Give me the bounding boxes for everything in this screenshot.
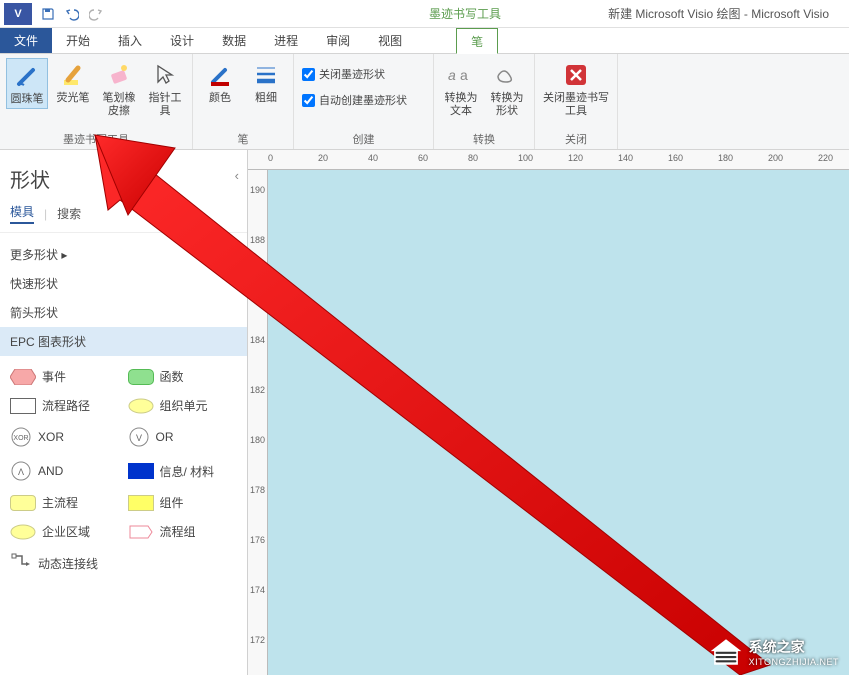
pointer-button[interactable]: 指针工具 bbox=[144, 58, 186, 119]
convert-to-shape-button[interactable]: 转换为形状 bbox=[486, 58, 528, 119]
shape-info-material[interactable]: 信息/ 材料 bbox=[124, 454, 242, 488]
pointer-label: 指针工具 bbox=[146, 92, 184, 117]
tab-process[interactable]: 进程 bbox=[260, 28, 312, 53]
close-icon bbox=[561, 60, 591, 90]
group-convert-label: 转换 bbox=[440, 129, 528, 149]
check-auto-checkbox[interactable] bbox=[302, 94, 315, 107]
svg-text:Λ: Λ bbox=[18, 467, 24, 477]
eraser-icon bbox=[104, 60, 134, 90]
drawing-canvas[interactable] bbox=[268, 170, 849, 675]
tab-data[interactable]: 数据 bbox=[208, 28, 260, 53]
shape-event[interactable]: 事件 bbox=[6, 362, 124, 391]
shapes-panel: 形状 ‹ 模具 | 搜索 更多形状 ▸ 快速形状 箭头形状 EPC 图表形状 事… bbox=[0, 150, 248, 675]
shape-function[interactable]: 函数 bbox=[124, 362, 242, 391]
tab-review[interactable]: 审阅 bbox=[312, 28, 364, 53]
group-convert: aa 转换为文本 转换为形状 转换 bbox=[434, 54, 535, 149]
highlighter-icon bbox=[58, 60, 88, 90]
color-button[interactable]: 颜色 bbox=[199, 58, 241, 107]
epc-shapes-row[interactable]: EPC 图表形状 bbox=[0, 327, 247, 356]
tab-pen[interactable]: 笔 bbox=[456, 28, 498, 54]
ribbon-tabs: 文件 开始 插入 设计 数据 进程 审阅 视图 笔 bbox=[0, 28, 849, 54]
watermark-line1: 系统之家 bbox=[749, 637, 839, 657]
more-shapes-row[interactable]: 更多形状 ▸ bbox=[0, 240, 247, 269]
shape-process-group[interactable]: 流程组 bbox=[124, 517, 242, 546]
ruler-horizontal[interactable]: 020406080100120140160180200220 bbox=[248, 150, 849, 170]
tab-design[interactable]: 设计 bbox=[156, 28, 208, 53]
ballpoint-button[interactable]: 圆珠笔 bbox=[6, 58, 48, 109]
group-pen: 颜色 粗细 笔 bbox=[193, 54, 294, 149]
tab-file[interactable]: 文件 bbox=[0, 28, 52, 53]
stencil-tab[interactable]: 模具 bbox=[10, 203, 34, 224]
group-create: 关闭墨迹形状 自动创建墨迹形状 创建 bbox=[294, 54, 434, 149]
check-close-label: 关闭墨迹形状 bbox=[319, 66, 385, 82]
ruler-vertical[interactable]: 190188186184182180178176174172 bbox=[248, 170, 268, 675]
watermark-line2: XITONGZHIJIA.NET bbox=[749, 657, 839, 667]
pointer-icon bbox=[150, 60, 180, 90]
search-tab[interactable]: 搜索 bbox=[57, 205, 81, 222]
context-tab-title: 墨迹书写工具 bbox=[420, 5, 510, 22]
shape-org-unit[interactable]: 组织单元 bbox=[124, 391, 242, 420]
shape-xor[interactable]: XORXOR bbox=[6, 420, 124, 454]
highlighter-button[interactable]: 荧光笔 bbox=[52, 58, 94, 107]
group-pen-label: 笔 bbox=[199, 129, 287, 149]
check-close-ink-shape[interactable]: 关闭墨迹形状 bbox=[300, 64, 427, 84]
shape-enterprise-area[interactable]: 企业区域 bbox=[6, 517, 124, 546]
shape-main-process[interactable]: 主流程 bbox=[6, 488, 124, 517]
color-label: 颜色 bbox=[209, 92, 231, 105]
shapes-title: 形状 bbox=[0, 150, 247, 199]
eraser-label: 笔划橡皮擦 bbox=[100, 92, 138, 117]
group-ink-tools: 圆珠笔 荧光笔 笔划橡皮擦 指针工具 墨迹书写工具 bbox=[0, 54, 193, 149]
color-icon bbox=[205, 60, 235, 90]
check-close-ink-checkbox[interactable] bbox=[302, 68, 315, 81]
arrow-shapes-row[interactable]: 箭头形状 bbox=[0, 298, 247, 327]
ribbon: 圆珠笔 荧光笔 笔划橡皮擦 指针工具 墨迹书写工具 颜色 bbox=[0, 54, 849, 150]
convert-to-shape-icon bbox=[492, 60, 522, 90]
collapse-icon[interactable]: ‹ bbox=[235, 168, 239, 183]
svg-text:a: a bbox=[448, 67, 456, 83]
convert-to-text-button[interactable]: aa 转换为文本 bbox=[440, 58, 482, 119]
shape-component[interactable]: 组件 bbox=[124, 488, 242, 517]
weight-icon bbox=[251, 60, 281, 90]
watermark-logo-icon bbox=[709, 637, 743, 667]
close-ink-label: 关闭墨迹书写工具 bbox=[543, 92, 609, 117]
svg-text:a: a bbox=[460, 67, 468, 83]
save-icon[interactable] bbox=[36, 2, 60, 26]
group-create-label: 创建 bbox=[300, 129, 427, 149]
redo-icon[interactable] bbox=[84, 2, 108, 26]
canvas-area: 020406080100120140160180200220 190188186… bbox=[248, 150, 849, 675]
tab-view[interactable]: 视图 bbox=[364, 28, 416, 53]
weight-label: 粗细 bbox=[255, 92, 277, 105]
group-close: 关闭墨迹书写工具 关闭 bbox=[535, 54, 618, 149]
group-close-label: 关闭 bbox=[541, 129, 611, 149]
eraser-button[interactable]: 笔划橡皮擦 bbox=[98, 58, 140, 119]
convert-to-shape-label: 转换为形状 bbox=[488, 92, 526, 117]
convert-to-text-label: 转换为文本 bbox=[442, 92, 480, 117]
ballpoint-label: 圆珠笔 bbox=[11, 93, 44, 106]
undo-icon[interactable] bbox=[60, 2, 84, 26]
svg-text:XOR: XOR bbox=[13, 435, 28, 442]
svg-text:V: V bbox=[135, 433, 141, 443]
shape-or[interactable]: VOR bbox=[124, 420, 242, 454]
title-bar: V 墨迹书写工具 新建 Microsoft Visio 绘图 - Microso… bbox=[0, 0, 849, 28]
shape-grid: 事件 函数 流程路径 组织单元 XORXOR VOR ΛAND 信息/ 材料 主… bbox=[0, 356, 247, 586]
group-ink-label: 墨迹书写工具 bbox=[6, 129, 186, 149]
quick-shapes-row[interactable]: 快速形状 bbox=[0, 269, 247, 298]
shape-and[interactable]: ΛAND bbox=[6, 454, 124, 488]
check-auto-create[interactable]: 自动创建墨迹形状 bbox=[300, 90, 427, 110]
weight-button[interactable]: 粗细 bbox=[245, 58, 287, 107]
check-auto-label: 自动创建墨迹形状 bbox=[319, 92, 407, 108]
tab-insert[interactable]: 插入 bbox=[104, 28, 156, 53]
ballpoint-icon bbox=[12, 61, 42, 91]
shape-process-path[interactable]: 流程路径 bbox=[6, 391, 124, 420]
document-title: 新建 Microsoft Visio 绘图 - Microsoft Visio bbox=[608, 5, 829, 22]
watermark: 系统之家 XITONGZHIJIA.NET bbox=[709, 637, 839, 667]
chevron-right-icon: ▸ bbox=[61, 248, 67, 262]
highlighter-label: 荧光笔 bbox=[57, 92, 90, 105]
shape-dynamic-connector[interactable]: 动态连接线 bbox=[6, 546, 124, 580]
app-icon: V bbox=[4, 3, 32, 25]
tab-home[interactable]: 开始 bbox=[52, 28, 104, 53]
convert-to-text-icon: aa bbox=[446, 60, 476, 90]
close-ink-button[interactable]: 关闭墨迹书写工具 bbox=[541, 58, 611, 119]
